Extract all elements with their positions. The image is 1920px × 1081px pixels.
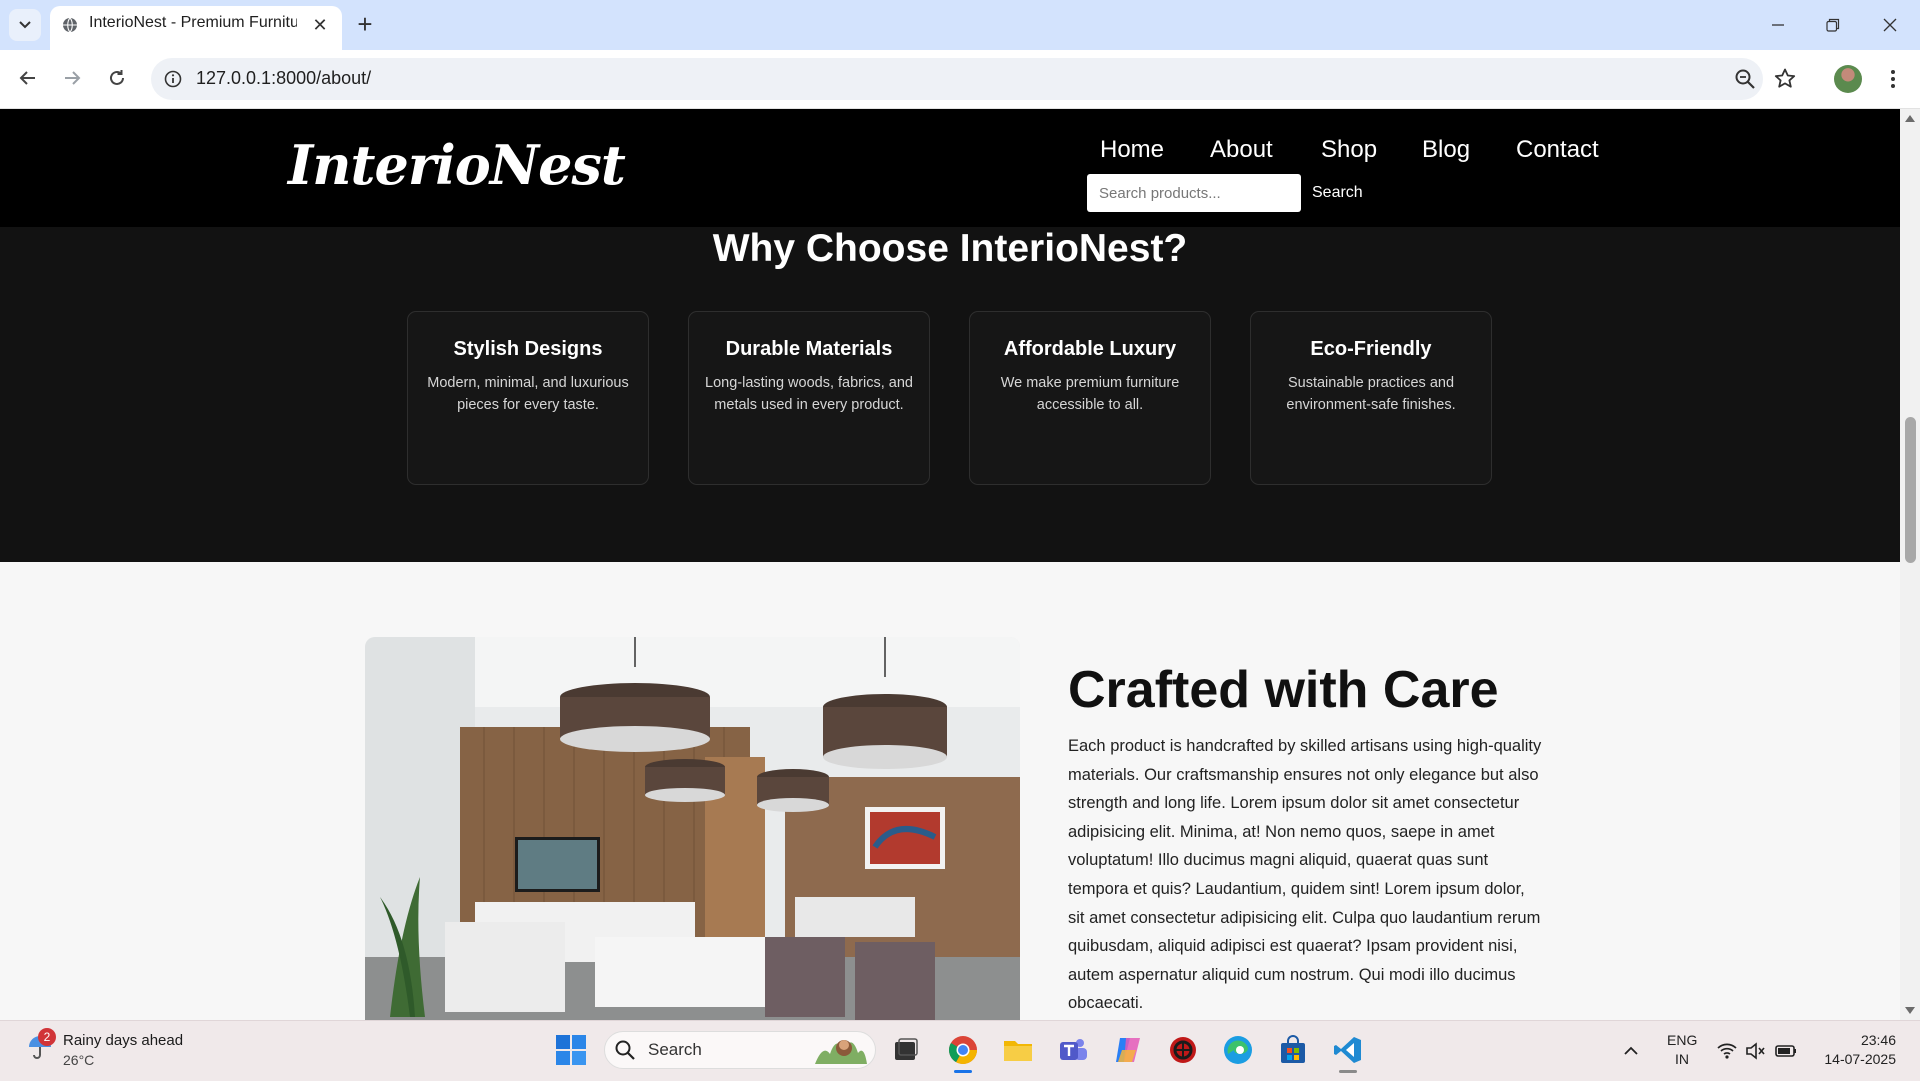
scroll-up-arrow-icon[interactable] xyxy=(1903,112,1917,124)
search-button[interactable]: Search xyxy=(1312,174,1363,212)
tab-title: InterioNest - Premium Furniture xyxy=(89,14,297,31)
input-language[interactable]: ENG xyxy=(1667,1032,1697,1048)
vscode-app[interactable] xyxy=(1330,1032,1366,1068)
info-icon xyxy=(164,70,182,88)
tab-close-button[interactable]: ✕ xyxy=(308,13,332,37)
page-scrollbar[interactable] xyxy=(1900,109,1920,1020)
url-text[interactable]: 127.0.0.1:8000/about/ xyxy=(196,68,371,89)
vscode-icon xyxy=(1334,1037,1361,1063)
edge-app[interactable] xyxy=(1220,1032,1256,1068)
site-info-button[interactable] xyxy=(160,66,186,92)
feature-card-text: We make premium furniture accessible to … xyxy=(1000,375,1180,413)
nav-contact-link[interactable]: Contact xyxy=(1516,136,1599,164)
chrome-active-indicator xyxy=(954,1070,972,1073)
copilot-app[interactable] xyxy=(1110,1032,1146,1068)
reload-button[interactable] xyxy=(101,62,133,94)
scroll-down-arrow-icon[interactable] xyxy=(1903,1005,1917,1017)
nav-shop-link[interactable]: Shop xyxy=(1321,136,1377,164)
profile-avatar[interactable] xyxy=(1834,65,1862,93)
zoom-icon[interactable] xyxy=(1732,66,1758,92)
scrollbar-thumb[interactable] xyxy=(1905,417,1916,563)
close-window-button[interactable] xyxy=(1870,8,1910,42)
address-bar[interactable] xyxy=(151,58,1763,100)
site-logo[interactable]: InterioNest xyxy=(288,133,626,197)
store-icon xyxy=(1281,1035,1305,1063)
edge-icon xyxy=(1224,1036,1252,1064)
feature-card-durable: Durable Materials Long-lasting woods, fa… xyxy=(688,311,930,485)
new-tab-button[interactable]: + xyxy=(351,11,379,39)
feature-card-text: Long-lasting woods, fabrics, and metals … xyxy=(705,375,913,413)
living-room-illustration xyxy=(365,637,1020,1020)
windows-start-icon[interactable] xyxy=(554,1033,588,1067)
search-highlight-illustration xyxy=(815,1040,867,1064)
copilot-icon xyxy=(1116,1038,1140,1062)
task-view-icon xyxy=(895,1038,918,1060)
globe-icon xyxy=(63,17,77,33)
security-app[interactable] xyxy=(1165,1032,1201,1068)
arrow-left-icon xyxy=(19,71,35,85)
arrow-right-icon xyxy=(65,71,81,85)
vscode-running-indicator xyxy=(1339,1070,1357,1073)
folder-icon xyxy=(1004,1041,1032,1061)
wifi-icon[interactable] xyxy=(1716,1040,1738,1062)
page-viewport: InterioNest Home About Shop Blog Contact… xyxy=(0,109,1900,1020)
minimize-icon xyxy=(1772,24,1784,26)
restore-button[interactable] xyxy=(1813,8,1853,42)
weather-notification-badge: 2 xyxy=(38,1028,56,1046)
nav-about-link[interactable]: About xyxy=(1210,136,1273,164)
nav-blog-link[interactable]: Blog xyxy=(1422,136,1470,164)
restore-icon xyxy=(1826,18,1840,32)
feature-card-eco: Eco-Friendly Sustainable practices and e… xyxy=(1250,311,1492,485)
taskbar-search-label: Search xyxy=(648,1040,702,1059)
weather-temperature: 26°C xyxy=(63,1052,95,1068)
feature-card-title: Eco-Friendly xyxy=(1310,338,1432,360)
more-menu-icon[interactable] xyxy=(1880,66,1906,92)
reload-icon xyxy=(110,70,124,85)
battery-icon[interactable] xyxy=(1774,1040,1798,1062)
teams-icon xyxy=(1060,1039,1087,1060)
tray-overflow-chevron-icon[interactable] xyxy=(1620,1040,1642,1062)
chrome-icon xyxy=(949,1036,977,1064)
feature-card-title: Affordable Luxury xyxy=(1003,338,1177,360)
search-icon xyxy=(615,1040,635,1060)
feature-card-affordable: Affordable Luxury We make premium furnit… xyxy=(969,311,1211,485)
store-app[interactable] xyxy=(1275,1032,1311,1068)
close-icon xyxy=(1883,18,1897,32)
input-region[interactable]: IN xyxy=(1675,1051,1689,1067)
site-header: InterioNest Home About Shop Blog Contact… xyxy=(0,109,1900,227)
clock-time[interactable]: 23:46 xyxy=(1826,1032,1896,1048)
task-view-app[interactable] xyxy=(888,1032,924,1068)
tab-search-button[interactable] xyxy=(9,9,41,41)
nav-home-link[interactable]: Home xyxy=(1100,136,1164,164)
file-explorer-app[interactable] xyxy=(1000,1032,1036,1068)
feature-card-text: Modern, minimal, and luxurious pieces fo… xyxy=(427,375,629,413)
speaker-muted-icon[interactable] xyxy=(1744,1040,1766,1062)
feature-card-title: Durable Materials xyxy=(725,338,893,360)
minimize-button[interactable] xyxy=(1758,8,1798,42)
chevron-down-icon xyxy=(19,21,31,29)
feature-card-stylish: Stylish Designs Modern, minimal, and lux… xyxy=(407,311,649,485)
weather-title[interactable]: Rainy days ahead xyxy=(63,1032,183,1049)
bookmark-star-icon[interactable] xyxy=(1772,66,1798,92)
clock-date[interactable]: 14-07-2025 xyxy=(1816,1051,1896,1067)
feature-card-title: Stylish Designs xyxy=(453,338,603,360)
teams-app[interactable] xyxy=(1055,1032,1091,1068)
back-button[interactable] xyxy=(12,62,44,94)
craft-section-text: Each product is handcrafted by skilled a… xyxy=(1068,737,1542,1013)
craft-section-title: Crafted with Care xyxy=(1068,661,1499,719)
feature-card-text: Sustainable practices and environment-sa… xyxy=(1286,375,1456,413)
chrome-app[interactable] xyxy=(945,1032,981,1068)
why-section-title: Why Choose InterioNest? xyxy=(712,227,1188,270)
shield-app-icon xyxy=(1170,1037,1196,1063)
product-search-input[interactable] xyxy=(1087,174,1301,212)
forward-button[interactable] xyxy=(56,62,88,94)
living-room-image xyxy=(365,637,1020,1020)
